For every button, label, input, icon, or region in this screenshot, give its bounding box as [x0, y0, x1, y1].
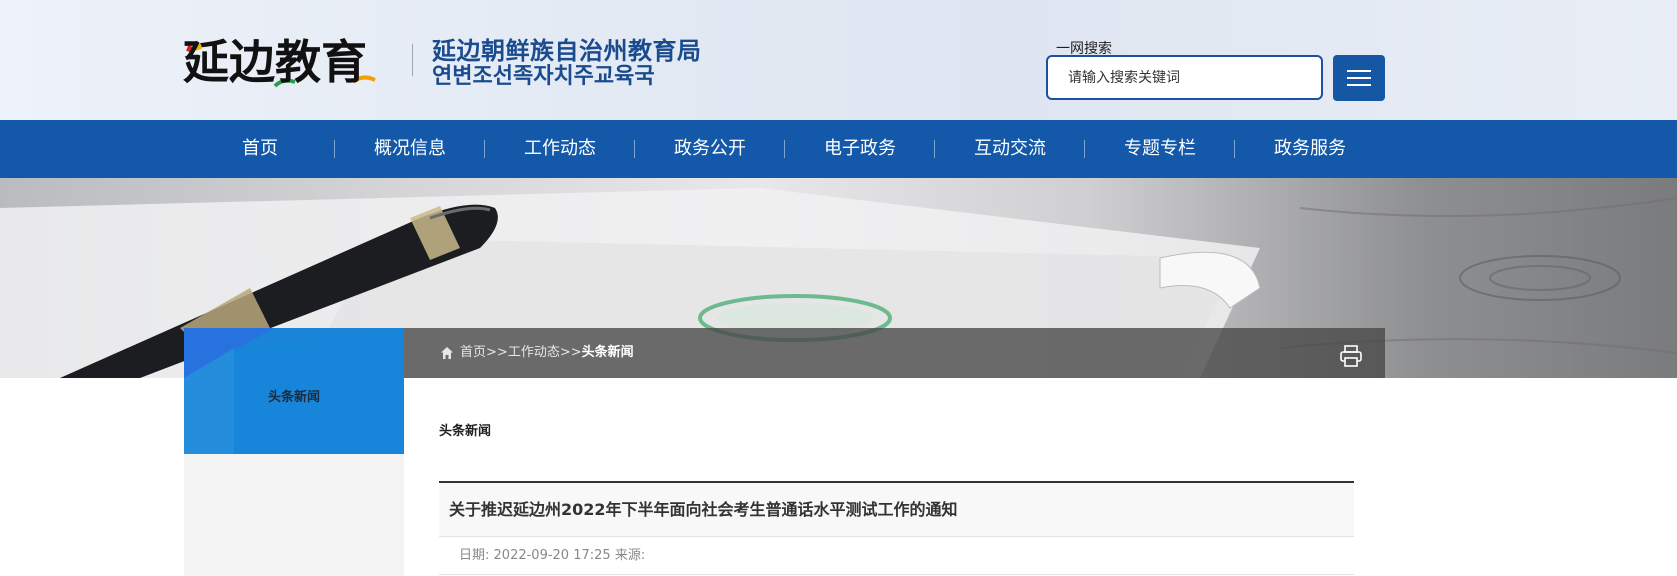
nav-item-e-government[interactable]: 电子政务	[785, 120, 935, 178]
sidebar-title: 头条新闻	[267, 390, 320, 405]
nav-item-home[interactable]: 首页	[185, 120, 335, 178]
breadcrumb-bar: 首页 >> 工作动态 >> 头条新闻	[404, 328, 1385, 378]
nav-item-services[interactable]: 政务服务	[1235, 120, 1385, 178]
print-icon[interactable]	[1339, 344, 1363, 368]
org-name-korean: 연변조선족자치주교육국	[432, 64, 655, 89]
org-name: 延边朝鲜族自治州教育局 연변조선족자치주교육국	[432, 38, 702, 90]
section-label: 头条新闻	[439, 424, 492, 439]
date-label: 日期:	[459, 548, 490, 563]
site-header: 延边教育 延边朝鲜族自治州教育局 연변조선족자치주교육국 一网搜索	[0, 0, 1677, 120]
logo[interactable]: 延边教育	[183, 30, 395, 94]
home-icon	[441, 347, 453, 359]
source-label: 来源:	[614, 548, 646, 563]
article-title[interactable]: 关于推迟延边州2022年下半年面向社会考生普通话水平测试工作的通知	[439, 483, 1354, 537]
article-date: 2022-09-20 17:25	[493, 548, 611, 563]
breadcrumb-current: 头条新闻	[581, 345, 634, 360]
org-name-chinese: 延边朝鲜族自治州教育局	[432, 37, 702, 65]
sidebar-header[interactable]: 头条新闻	[184, 328, 404, 454]
breadcrumb-separator: >>	[559, 345, 582, 360]
main-nav: 首页 概况信息 工作动态 政务公开 电子政务 互动交流 专题专栏 政务服务	[0, 120, 1677, 178]
nav-item-special-topics[interactable]: 专题专栏	[1085, 120, 1235, 178]
breadcrumb-work-news-link[interactable]: 工作动态	[508, 328, 560, 378]
nav-item-work-news[interactable]: 工作动态	[485, 120, 635, 178]
article-meta: 日期: 2022-09-20 17:25 来源:	[439, 537, 1354, 575]
nav-item-public-affairs[interactable]: 政务公开	[635, 120, 785, 178]
search-input[interactable]	[1046, 55, 1323, 100]
breadcrumb-separator: >>	[486, 345, 508, 360]
hamburger-icon	[1347, 70, 1371, 72]
breadcrumb-home-link[interactable]: 首页	[460, 328, 486, 378]
breadcrumb: 首页 >> 工作动态 >> 头条新闻	[440, 328, 634, 378]
logo-divider	[412, 44, 413, 76]
nav-item-overview[interactable]: 概况信息	[335, 120, 485, 178]
nav-item-interaction[interactable]: 互动交流	[935, 120, 1085, 178]
menu-button[interactable]	[1333, 55, 1385, 101]
logo-text: 延边教育	[183, 35, 367, 89]
article-item: 关于推迟延边州2022年下半年面向社会考生普通话水平测试工作的通知 日期: 20…	[439, 481, 1354, 576]
